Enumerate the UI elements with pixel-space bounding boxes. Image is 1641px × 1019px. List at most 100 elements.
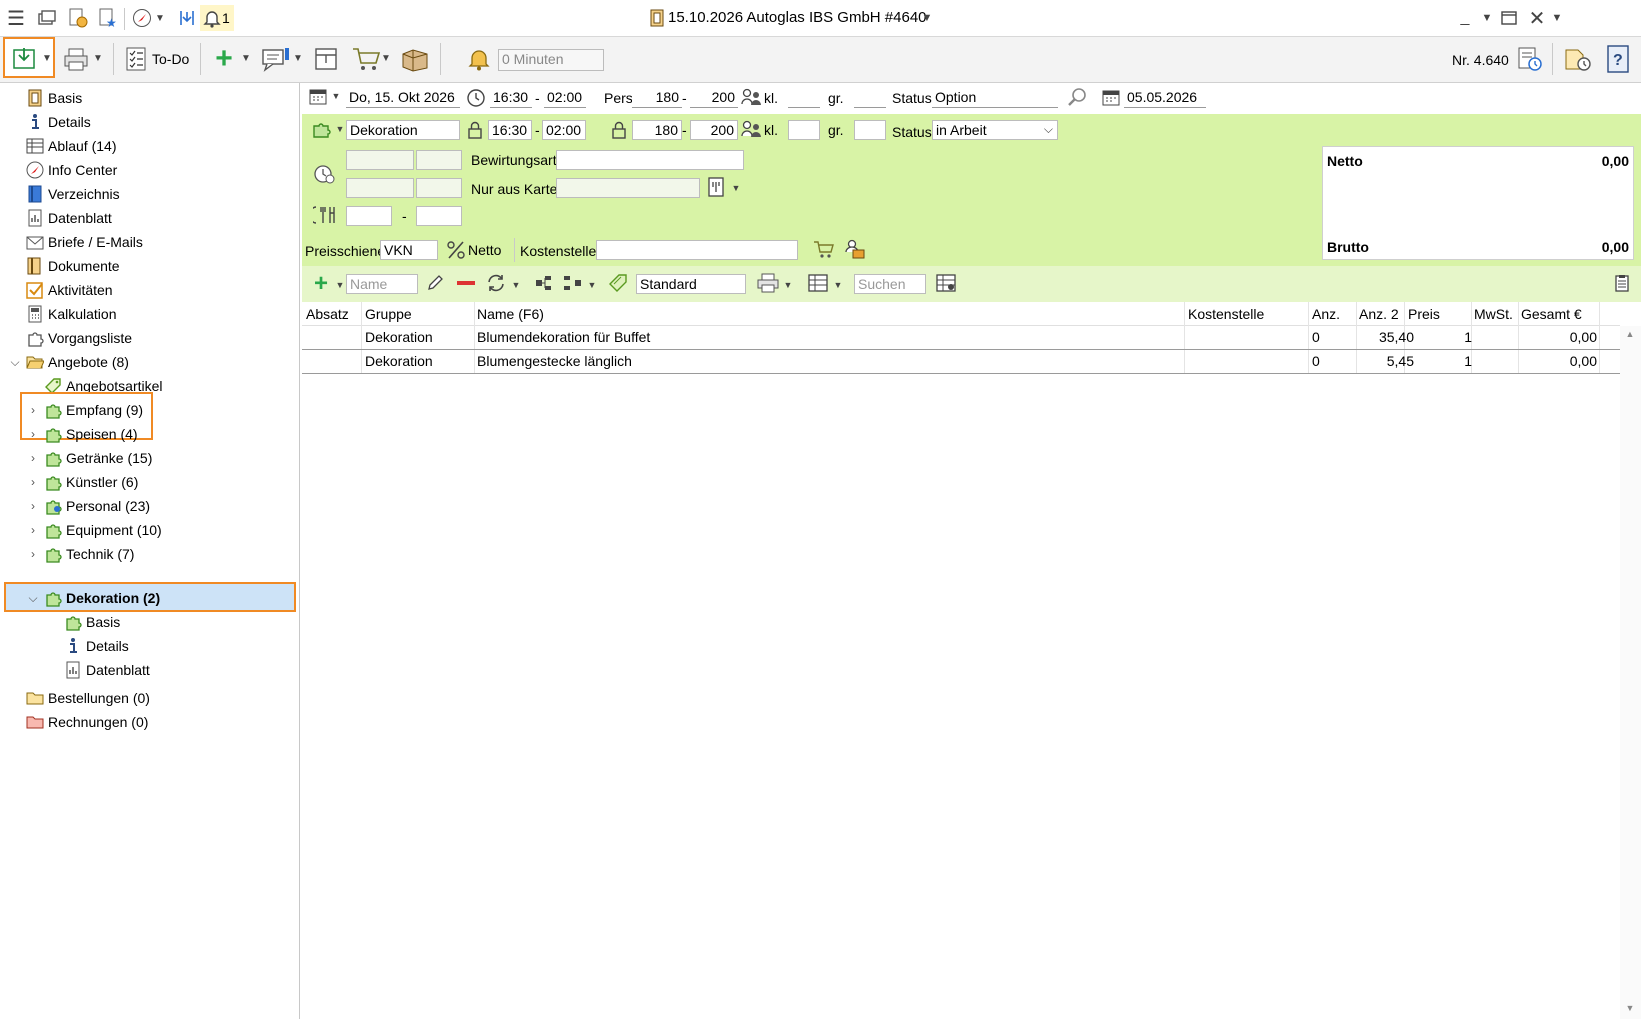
chevron-right-icon[interactable]: › [26,495,40,517]
sidebar-item-dekoration-datenblatt[interactable]: Datenblatt [64,659,150,681]
windows-icon[interactable] [36,8,58,28]
sidebar-item-details[interactable]: Details [26,111,91,133]
pin-download-icon[interactable] [176,7,198,29]
col-kostenstelle[interactable]: Kostenstelle [1188,306,1264,322]
section-time-from-field[interactable]: 16:30 [488,120,532,140]
sidebar-item-verzeichnis[interactable]: Verzeichnis [26,183,120,205]
print-icon[interactable] [756,272,780,294]
event-date-field[interactable]: Do, 15. Okt 2026 [346,88,460,108]
section-chevron-down-icon[interactable]: ▼ [334,123,346,135]
print-chevron-down-icon[interactable]: ▼ [92,51,104,65]
col-anz[interactable]: Anz. [1312,306,1340,322]
service-field-2a[interactable] [346,178,414,198]
sidebar-item-speisen[interactable]: Speisen (4) [44,423,138,445]
boxes-icon[interactable] [400,45,430,73]
section-status-select[interactable]: in Arbeit ⌵ [932,120,1058,140]
section-time-to-field[interactable]: 02:00 [542,120,586,140]
notifications-button[interactable]: 1 [200,5,234,31]
sidebar-item-dekoration-details[interactable]: Details [64,635,129,657]
netto-toggle[interactable]: Netto [446,238,508,262]
col-anz2[interactable]: Anz. 2 [1359,306,1399,322]
event-kl-field[interactable] [788,88,820,108]
window-menu-chevron-icon[interactable]: ▼ [1480,10,1494,26]
search-zoom-icon[interactable] [1066,86,1088,108]
table-row[interactable]: Dekoration Blumengestecke länglich 0 5,4… [302,350,1620,374]
col-absatz[interactable]: Absatz [306,306,349,322]
service-field-1a[interactable] [346,150,414,170]
sidebar-item-angebote[interactable]: Angebote (8) [26,351,129,373]
recent-document-icon[interactable] [66,7,90,29]
sidebar-item-info-center[interactable]: Info Center [26,159,117,181]
section-pers-from-field[interactable]: 180 [632,120,682,140]
chevron-down-icon[interactable]: ▼ [154,9,166,27]
menu-card-chevron-down-icon[interactable]: ▼ [730,182,742,194]
scroll-up-icon[interactable]: ▲ [1624,328,1636,340]
sidebar-item-rechnungen[interactable]: Rechnungen (0) [26,711,148,733]
event-pers-to-field[interactable]: 200 [690,88,738,108]
cart-icon[interactable] [812,238,836,260]
calendar-icon[interactable] [308,86,328,106]
comments-chevron-down-icon[interactable]: ▼ [292,51,304,65]
section-puzzle-icon[interactable] [310,118,332,140]
sidebar-item-kalkulation[interactable]: Kalkulation [26,303,117,325]
kostenstelle-field[interactable] [596,240,798,260]
merge-chevron-down-icon[interactable]: ▼ [586,279,598,291]
sidebar-item-dekoration-basis[interactable]: Basis [64,611,120,633]
table-settings-icon[interactable] [934,272,958,294]
sidebar-item-equipment[interactable]: Equipment (10) [44,519,162,541]
print-icon[interactable] [62,45,90,73]
sidebar-item-aktivitaeten[interactable]: Aktivitäten [26,279,113,301]
vertical-scrollbar[interactable]: ▲ ▼ [1620,326,1641,1019]
sidebar-item-vorgangsliste[interactable]: Vorgangsliste [26,327,132,349]
item-search-field[interactable]: Suchen [854,274,926,294]
col-preis[interactable]: Preis [1408,306,1440,322]
col-name[interactable]: Name (F6) [477,306,544,322]
option-date-field[interactable]: 05.05.2026 [1124,88,1206,108]
clipboard-icon[interactable] [1612,272,1632,294]
remove-icon[interactable] [454,272,478,294]
edit-pencil-icon[interactable] [424,272,446,294]
view-selector-field[interactable]: Standard [636,274,746,294]
chevron-right-icon[interactable]: › [26,471,40,493]
event-time-to-field[interactable]: 02:00 [544,88,586,108]
event-status-field[interactable]: Option [932,88,1058,108]
chevron-right-icon[interactable]: › [26,543,40,565]
close-icon[interactable]: ✕ [1526,7,1548,30]
sidebar-item-getraenke[interactable]: Getränke (15) [44,447,152,469]
lock-icon[interactable] [466,120,484,140]
calendar-chevron-down-icon[interactable]: ▼ [330,90,342,102]
split-icon[interactable] [534,272,558,294]
section-kl-field[interactable] [788,120,820,140]
sidebar-item-empfang[interactable]: Empfang (9) [44,399,143,421]
menu-card-icon[interactable] [706,176,726,198]
item-name-field[interactable]: Name [346,274,418,294]
preisschiene-field[interactable]: VKN [380,240,438,260]
restore-icon[interactable] [1499,8,1519,28]
chevron-down-icon[interactable]: ⌵ [26,587,40,609]
chevron-down-icon[interactable]: ⌵ [8,351,22,373]
event-pers-from-field[interactable]: 180 [632,88,682,108]
favorite-document-icon[interactable]: ★ [96,7,120,29]
section-pers-to-field[interactable]: 200 [690,120,738,140]
reminder-bell-icon[interactable] [466,45,492,73]
col-gruppe[interactable]: Gruppe [365,306,412,322]
chevron-right-icon[interactable]: › [26,399,40,421]
todo-button[interactable]: To-Do [124,43,192,75]
import-button[interactable]: ▼ [3,37,55,78]
sidebar-item-briefe-emails[interactable]: Briefe / E-Mails [26,231,143,253]
navigation-compass-icon[interactable] [130,7,154,29]
refresh-icon[interactable] [484,272,508,294]
sidebar-item-personal[interactable]: Personal (23) [44,495,150,517]
cutlery-field-from[interactable] [346,206,392,226]
close-menu-chevron-icon[interactable]: ▼ [1550,10,1564,26]
chevron-right-icon[interactable]: › [26,519,40,541]
hamburger-menu-icon[interactable]: ☰ [4,7,28,30]
schedule-document-icon[interactable] [1562,45,1594,73]
add-item-icon[interactable]: + [310,270,332,297]
history-icon[interactable] [1516,45,1544,73]
sidebar-item-kuenstler[interactable]: Künstler (6) [44,471,138,493]
sidebar-item-technik[interactable]: Technik (7) [44,543,134,565]
table-layout-chevron-down-icon[interactable]: ▼ [832,279,844,291]
sidebar-item-bestellungen[interactable]: Bestellungen (0) [26,687,150,709]
sidebar-item-dokumente[interactable]: Dokumente [26,255,120,277]
